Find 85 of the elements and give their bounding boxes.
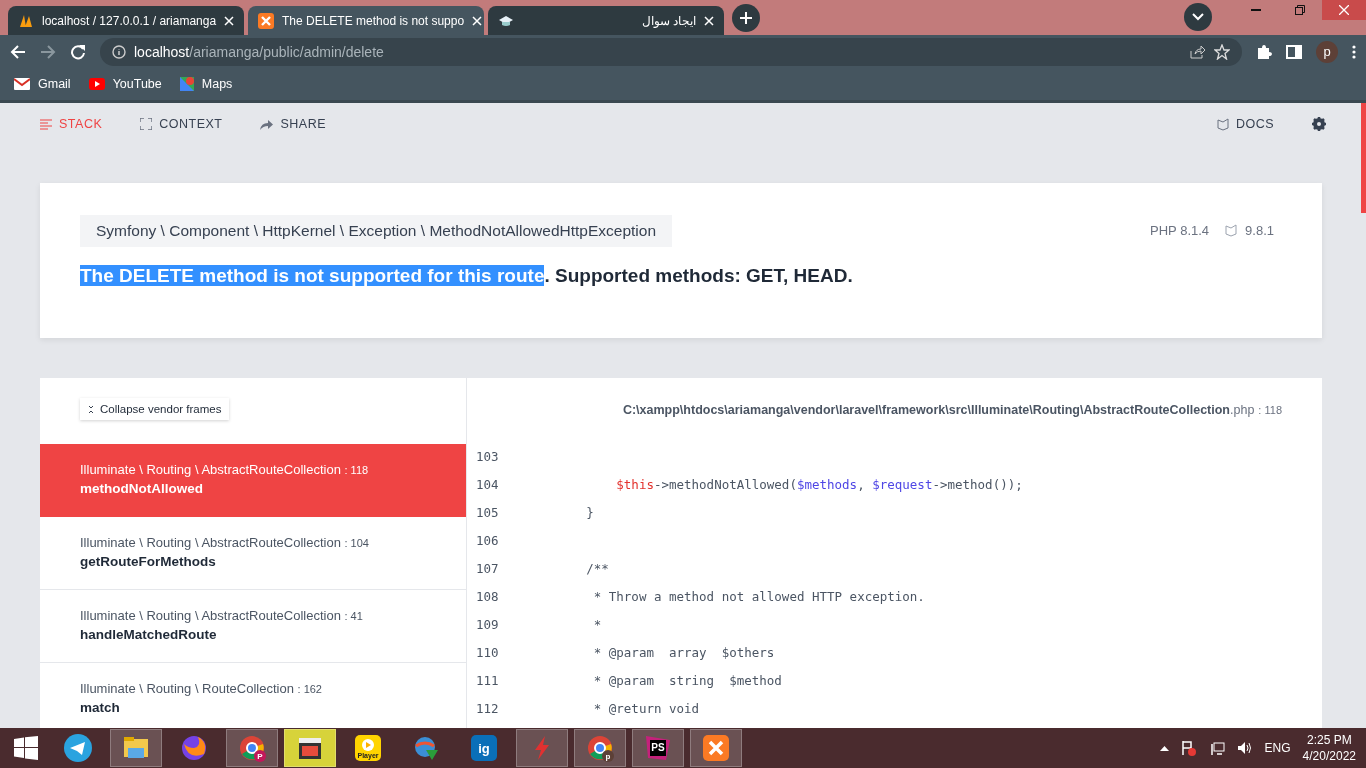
book-icon — [1216, 117, 1229, 131]
paper-plane-icon[interactable] — [64, 734, 92, 762]
settings-icon[interactable] — [1312, 117, 1326, 131]
close-icon[interactable] — [704, 15, 714, 26]
frame-corners-icon — [140, 118, 153, 130]
browser-ball-icon[interactable]: P — [238, 734, 266, 762]
share-arrow-icon — [260, 118, 274, 130]
xampp-logo-icon[interactable] — [702, 734, 730, 762]
nav-tab[interactable]: SHARE — [280, 117, 327, 131]
collapse-icon — [88, 404, 94, 414]
flag-error-icon[interactable] — [1180, 740, 1197, 756]
code-line: * — [592, 616, 602, 632]
line-number: 106 — [475, 532, 500, 548]
forward-icon[interactable] — [40, 43, 56, 60]
stack-frame[interactable]: Illuminate \ Routing \ AbstractRouteCollection : 104 getRouteForMethods — [40, 517, 466, 590]
code-line: $this->methodNotAllowed($methods, $request->method()); — [615, 476, 1023, 492]
code-line: * @param array $others — [592, 644, 775, 660]
browser-tab[interactable]: The DELETE method is not suppo — [248, 6, 484, 35]
bookmark-link[interactable]: Maps — [201, 77, 233, 91]
play-icon — [88, 78, 105, 90]
php-version: PHP 8.1.4 — [1150, 223, 1210, 238]
line-number: 105 — [475, 504, 500, 520]
map-pin-icon — [179, 76, 194, 92]
close-icon[interactable] — [472, 15, 483, 26]
line-number: 108 — [475, 588, 500, 604]
new-tab-button[interactable] — [732, 3, 760, 32]
file-path: C:\xampp\htdocs\ariamanga\vendor\laravel\framework\src\Illuminate\Routing\AbstractRouteCollection.php : 118 — [622, 403, 1282, 417]
plus-icon — [739, 10, 753, 25]
globe-arrow-icon[interactable] — [412, 734, 440, 762]
mail-icon — [14, 78, 30, 90]
minimize-icon — [1251, 9, 1261, 11]
line-number: 110 — [475, 644, 500, 660]
docs-link[interactable]: DOCS — [1235, 117, 1274, 131]
browser-tab[interactable]: ایجاد سوال — [488, 6, 724, 35]
line-number: 111 — [475, 672, 500, 688]
stack-frame[interactable]: Illuminate \ Routing \ AbstractRouteCollection : 41 handleMatchedRoute — [40, 590, 466, 663]
code-line: * @param string $method — [592, 672, 782, 688]
scrollbar-thumb[interactable] — [1361, 103, 1366, 213]
fox-globe-icon[interactable] — [180, 734, 208, 762]
lines-icon — [40, 118, 52, 130]
code-line: * Throw a method not allowed HTTP exception. — [592, 588, 925, 604]
info-icon[interactable] — [112, 44, 126, 59]
browser-tab[interactable]: localhost / 127.0.0.1 / ariamanga — [8, 6, 244, 35]
reload-icon[interactable] — [70, 43, 86, 60]
stack-frame[interactable]: Illuminate \ Routing \ AbstractRouteCollection : 118 methodNotAllowed — [40, 444, 466, 517]
profile-avatar[interactable]: p — [1316, 40, 1338, 63]
chevron-down-icon — [1192, 13, 1204, 21]
bookmark-link[interactable]: Gmail — [38, 77, 71, 91]
close-icon — [1339, 5, 1349, 15]
caret-up-icon[interactable] — [1159, 745, 1169, 751]
back-icon[interactable] — [10, 43, 26, 60]
line-number: 112 — [475, 700, 500, 716]
volume-icon[interactable] — [1236, 741, 1253, 755]
line-number: 103 — [475, 448, 500, 464]
browser-ball-icon[interactable]: p — [586, 734, 614, 762]
code-line: * @return void — [592, 700, 700, 716]
language-indicator[interactable]: ENG — [1264, 741, 1291, 755]
address-bar[interactable]: localhost/ariamanga/public/admin/delete — [100, 37, 1242, 66]
laravel-version: 9.8.1 — [1245, 223, 1274, 238]
network-icon[interactable] — [1208, 740, 1225, 756]
xampp-logo-icon — [258, 12, 274, 29]
share-icon[interactable] — [1190, 44, 1206, 59]
restore-icon — [1295, 5, 1305, 15]
line-number: 107 — [475, 560, 500, 576]
close-button[interactable] — [1322, 0, 1366, 20]
code-line: /** — [585, 560, 609, 576]
close-icon[interactable] — [224, 15, 235, 26]
exception-class: Symfony \ Component \ HttpKernel \ Exception \ MethodNotAllowedHttpException — [80, 215, 672, 247]
line-number: 104 — [475, 476, 500, 492]
phpstorm-logo-icon[interactable]: PS — [644, 734, 672, 762]
nav-tab[interactable]: CONTEXT — [159, 117, 223, 131]
line-number: 109 — [475, 616, 500, 632]
exception-message: The DELETE method is not supported for this route. Supported methods: GET, HEAD. — [80, 265, 854, 287]
windows-start-icon[interactable] — [14, 736, 38, 760]
code-line: } — [585, 504, 594, 520]
collapse-vendor-frames-button[interactable]: Collapse vendor frames — [80, 398, 230, 420]
star-icon[interactable] — [1214, 43, 1230, 60]
bookmark-link[interactable]: YouTube — [112, 77, 162, 91]
puzzle-piece-icon[interactable] — [1256, 43, 1272, 60]
tab-search-button[interactable] — [1184, 3, 1212, 31]
book-icon — [1225, 224, 1238, 237]
more-menu-icon[interactable] — [1352, 44, 1356, 59]
ig-logo-icon[interactable]: ig — [470, 734, 498, 762]
clock[interactable]: 2:25 PM 4/20/2022 — [1302, 732, 1356, 764]
side-panel-icon[interactable] — [1286, 44, 1302, 59]
